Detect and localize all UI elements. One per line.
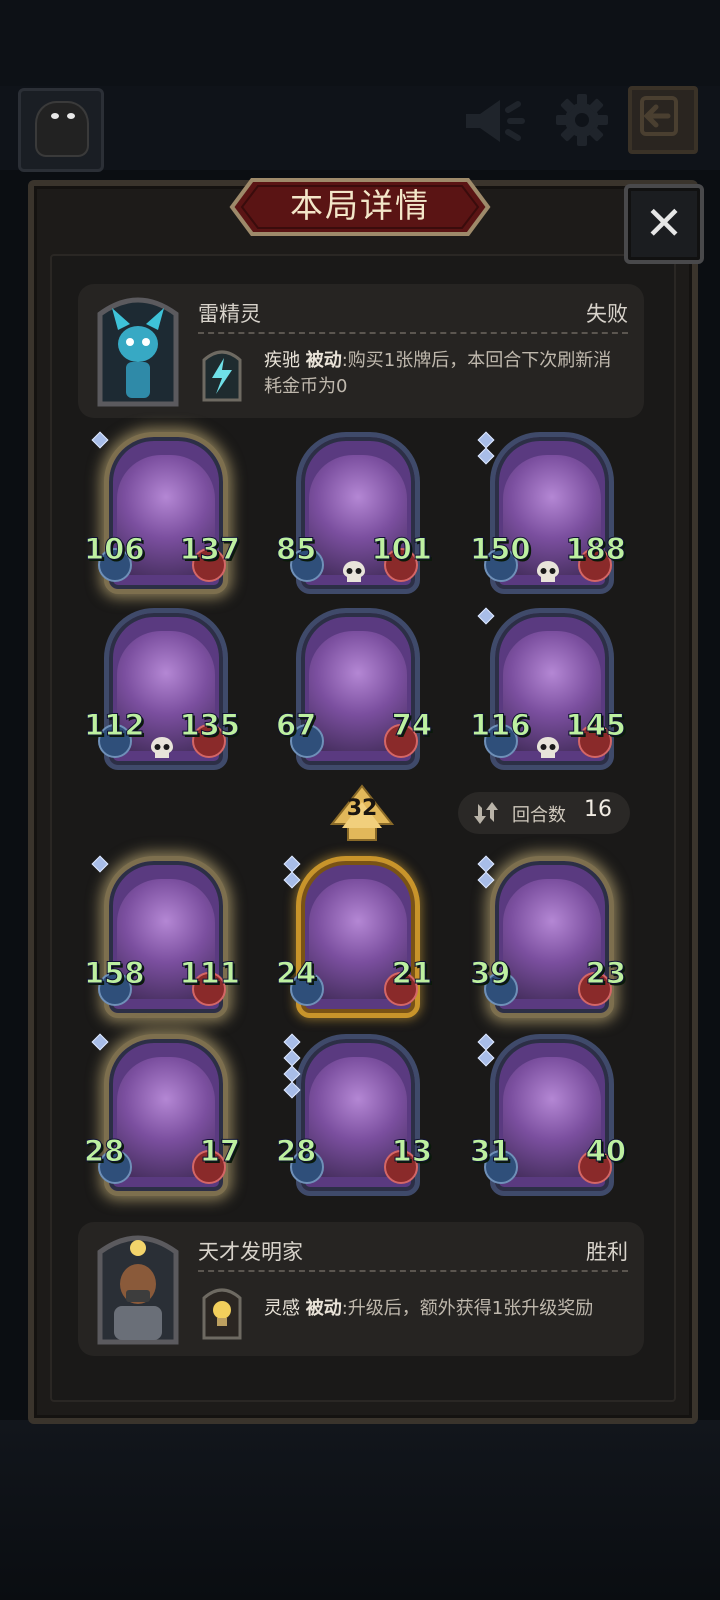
unit-attack: 85 — [275, 532, 317, 567]
unit-card[interactable]: 116 145 — [470, 604, 626, 780]
player-skill-description: 灵感 被动:升级后，额外获得1张升级奖励 — [264, 1296, 628, 1322]
level-value: 32 — [346, 796, 378, 821]
opponent-name: 雷精灵 — [198, 302, 261, 326]
panel-title: 本局详情 — [290, 186, 430, 225]
close-icon: ✕ — [644, 196, 684, 250]
unit-health: 101 — [371, 532, 433, 567]
star-gem-icon — [283, 855, 301, 873]
player-avatar-button[interactable] — [18, 88, 104, 172]
exit-button[interactable] — [628, 86, 698, 154]
star-gem-icon — [477, 607, 495, 625]
exit-arrow-icon — [640, 96, 678, 136]
star-gem-icon — [477, 855, 495, 873]
rounds-value: 16 — [584, 797, 612, 822]
unit-attack: 28 — [83, 1134, 125, 1169]
star-gem-icon — [477, 1049, 495, 1067]
unit-attack: 158 — [84, 956, 146, 991]
skull-icon — [343, 561, 365, 582]
divider — [198, 1270, 628, 1272]
star-gem-icon — [477, 1033, 495, 1051]
divider — [198, 332, 628, 334]
skill-name: 灵感 — [264, 1298, 300, 1319]
opponent-info-card: 雷精灵 失败 疾驰 被动:购买1张牌后，本回合下次刷新消耗金币为0 — [78, 284, 644, 418]
avatar-face — [35, 101, 89, 157]
unit-card[interactable]: 39 23 — [469, 852, 627, 1028]
gear-icon[interactable] — [554, 92, 610, 148]
skill-tag: 被动 — [305, 350, 342, 371]
unit-card[interactable]: 31 40 — [469, 1030, 627, 1206]
speaker-icon[interactable] — [462, 96, 526, 146]
top-bar — [0, 86, 720, 170]
skull-icon — [537, 737, 559, 758]
star-gem-icon — [283, 1049, 301, 1067]
unit-health: 13 — [391, 1134, 432, 1169]
player-info-card: 天才发明家 胜利 灵感 被动:升级后，额外获得1张升级奖励 — [78, 1222, 644, 1356]
unit-health: 17 — [199, 1134, 240, 1169]
unit-health: 40 — [585, 1134, 626, 1169]
unit-attack: 116 — [470, 708, 532, 743]
unit-attack: 28 — [275, 1134, 317, 1169]
player-portrait[interactable] — [92, 1228, 184, 1350]
unit-attack: 112 — [84, 708, 146, 743]
unit-attack: 150 — [470, 532, 532, 567]
refresh-icon — [474, 802, 498, 824]
unit-card[interactable]: 158 111 — [84, 852, 240, 1028]
avatar-eye — [51, 113, 59, 119]
unit-health: 135 — [179, 708, 241, 743]
unit-health: 23 — [585, 956, 626, 991]
skull-icon — [537, 561, 559, 582]
unit-health: 74 — [391, 708, 432, 743]
rounds-counter: 回合数 16 — [458, 792, 630, 834]
opponent-result: 失败 — [586, 302, 628, 326]
unit-health: 145 — [565, 708, 627, 743]
unit-attack: 39 — [469, 956, 511, 991]
background-top — [0, 0, 720, 86]
unit-health: 137 — [179, 532, 241, 567]
unit-card[interactable]: 112 135 — [84, 604, 240, 780]
unit-card[interactable]: 85 101 — [275, 428, 432, 604]
skill-tag: 被动 — [305, 1298, 342, 1319]
unit-card[interactable]: 28 13 — [275, 1030, 433, 1206]
rounds-label: 回合数 — [512, 805, 566, 826]
unit-attack: 31 — [469, 1134, 511, 1169]
unit-card[interactable]: 106 137 — [84, 428, 240, 604]
star-gem-icon — [477, 447, 495, 465]
player-result: 胜利 — [586, 1240, 628, 1264]
unit-health: 21 — [391, 956, 432, 991]
star-gem-icon — [91, 855, 109, 873]
unit-attack: 24 — [275, 956, 317, 991]
close-button[interactable]: ✕ — [624, 184, 704, 264]
opponent-portrait[interactable] — [92, 290, 184, 412]
skill-desc: :升级后，额外获得1张升级奖励 — [341, 1298, 594, 1319]
skull-icon — [151, 737, 173, 758]
star-gem-icon — [283, 1033, 301, 1051]
unit-card[interactable]: 150 188 — [470, 428, 626, 604]
unit-card[interactable]: 67 74 — [275, 604, 433, 780]
lightning-skill-icon[interactable] — [200, 346, 244, 402]
opponent-skill-description: 疾驰 被动:购买1张牌后，本回合下次刷新消耗金币为0 — [264, 348, 628, 400]
background-bottom — [0, 1420, 720, 1600]
unit-health: 111 — [179, 956, 241, 991]
unit-attack: 67 — [275, 708, 317, 743]
skill-name: 疾驰 — [264, 350, 300, 371]
star-gem-icon — [477, 431, 495, 449]
unit-health: 188 — [565, 532, 627, 567]
unit-attack: 106 — [84, 532, 146, 567]
avatar-eye — [67, 113, 75, 119]
lightbulb-skill-icon[interactable] — [200, 1284, 244, 1340]
unit-card[interactable]: 28 17 — [83, 1030, 241, 1206]
unit-card[interactable]: 24 21 — [275, 852, 433, 1028]
star-gem-icon — [283, 871, 301, 889]
player-name: 天才发明家 — [198, 1240, 303, 1264]
star-gem-icon — [91, 1033, 109, 1051]
star-gem-icon — [91, 431, 109, 449]
star-gem-icon — [477, 871, 495, 889]
